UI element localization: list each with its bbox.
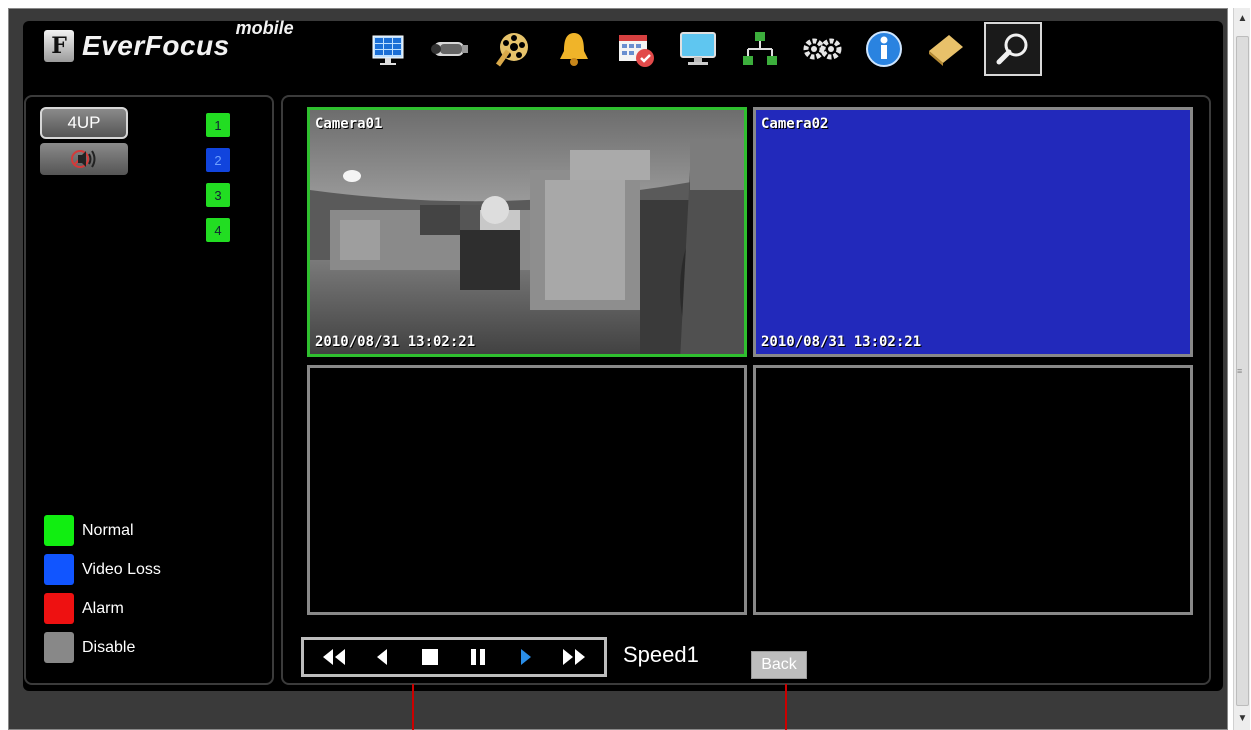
brand-name: EverFocus (82, 30, 230, 61)
legend-label: Disable (82, 638, 136, 656)
camera-tile-4[interactable] (753, 365, 1193, 615)
legend-swatch-video-loss (44, 554, 74, 585)
step-back-icon[interactable] (367, 642, 397, 672)
camera-feed-image (310, 110, 744, 354)
channel-1-indicator[interactable]: 1 (206, 113, 230, 137)
legend-label: Alarm (82, 599, 124, 617)
annotation-line (785, 684, 787, 730)
brand-logo: F EverFocus mobile (44, 18, 294, 68)
playback-controls (301, 637, 607, 677)
info-icon[interactable] (860, 25, 908, 73)
audio-toggle-button[interactable] (40, 143, 128, 175)
layout-4up-button[interactable]: 4UP (40, 107, 128, 139)
fast-rewind-icon[interactable] (319, 642, 349, 672)
brand-subtitle: mobile (235, 18, 294, 38)
camera-title: Camera02 (761, 116, 829, 132)
notes-icon[interactable] (922, 25, 970, 73)
search-icon[interactable] (984, 22, 1042, 76)
annotation-line (412, 684, 414, 730)
camera-tile-3[interactable] (307, 365, 747, 615)
play-icon[interactable] (511, 642, 541, 672)
fast-forward-icon[interactable] (559, 642, 589, 672)
legend-label: Video Loss (82, 560, 161, 578)
legend-normal: Normal (44, 515, 161, 546)
camera-icon[interactable] (426, 25, 474, 73)
legend-label: Normal (82, 521, 134, 539)
network-icon[interactable] (736, 25, 784, 73)
stop-icon[interactable] (415, 642, 445, 672)
playback-reel-icon[interactable] (488, 25, 536, 73)
legend-video-loss: Video Loss (44, 554, 161, 585)
legend-disable: Disable (44, 632, 161, 663)
speed-label: Speed1 (623, 642, 699, 667)
mute-audio-icon (71, 150, 96, 168)
scroll-down-icon[interactable]: ▼ (1234, 710, 1251, 727)
channel-2-indicator[interactable]: 2 (206, 148, 230, 172)
pause-icon[interactable] (463, 642, 493, 672)
status-legend: Normal Video Loss Alarm Disable (44, 515, 161, 663)
display-monitor-icon[interactable] (674, 25, 722, 73)
channel-status-list: 1 2 3 4 (206, 113, 230, 242)
logo-mark: F (44, 30, 74, 62)
alarm-bell-icon[interactable] (550, 25, 598, 73)
camera-grid-panel: Camera01 2010/08/31 13:02:21 Camera02 20… (281, 95, 1211, 685)
camera-tile-1[interactable]: Camera01 2010/08/31 13:02:21 (307, 107, 747, 357)
legend-swatch-disable (44, 632, 74, 663)
scroll-up-icon[interactable]: ▲ (1234, 10, 1251, 27)
legend-swatch-alarm (44, 593, 74, 624)
camera-timestamp: 2010/08/31 13:02:21 (315, 334, 476, 350)
live-view-icon[interactable] (364, 25, 412, 73)
side-panel: 4UP 1 2 3 4 Normal Video Loss Alarm Disa… (24, 95, 274, 685)
channel-3-indicator[interactable]: 3 (206, 183, 230, 207)
scroll-grip-icon: ≡ (1237, 366, 1243, 376)
camera-tile-2[interactable]: Camera02 2010/08/31 13:02:21 (753, 107, 1193, 357)
camera-timestamp: 2010/08/31 13:02:21 (761, 334, 922, 350)
settings-gears-icon[interactable] (798, 25, 846, 73)
main-toolbar (364, 22, 1042, 76)
legend-swatch-normal (44, 515, 74, 546)
vertical-scrollbar[interactable]: ▲ ≡ ▼ (1233, 8, 1250, 730)
legend-alarm: Alarm (44, 593, 161, 624)
back-button[interactable]: Back (751, 651, 807, 679)
schedule-calendar-icon[interactable] (612, 25, 660, 73)
channel-4-indicator[interactable]: 4 (206, 218, 230, 242)
camera-title: Camera01 (315, 116, 383, 132)
